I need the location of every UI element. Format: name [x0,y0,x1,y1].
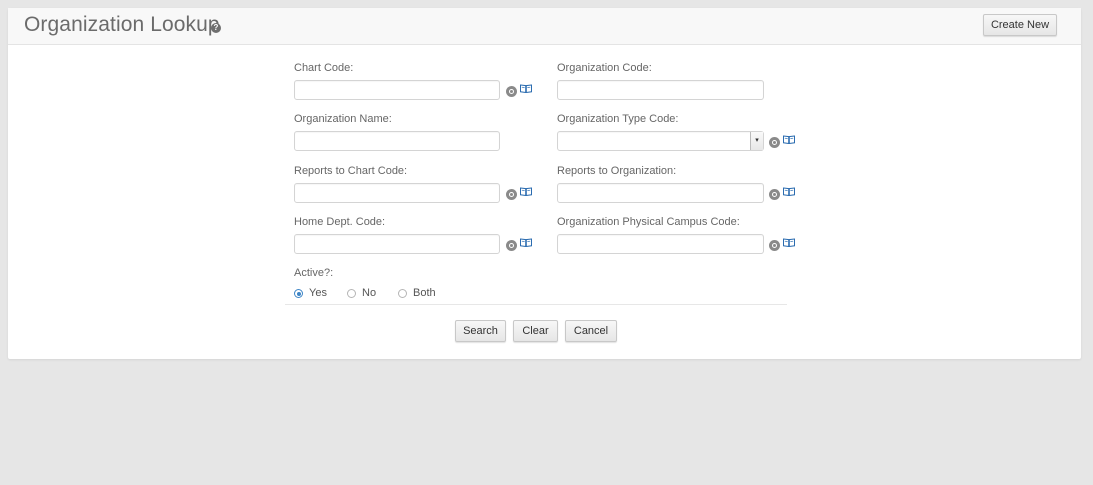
active-radio-no[interactable] [347,289,356,298]
book-icon[interactable] [520,238,532,247]
chart-code-input[interactable] [294,80,500,100]
reports-to-chart-code-input[interactable] [294,183,500,203]
search-icon[interactable] [506,240,517,251]
home-dept-code-input[interactable] [294,234,500,254]
reports-to-chart-code-label: Reports to Chart Code: [294,165,408,177]
active-radio-both-label[interactable]: Both [413,287,436,299]
search-icon[interactable] [769,137,780,148]
organization-type-code-label: Organization Type Code: [557,113,679,125]
lookup-panel: Organization Lookup ? Create New [8,8,1081,359]
active-radio-no-label[interactable]: No [362,287,376,299]
organization-name-label: Organization Name: [294,113,392,125]
book-icon[interactable] [783,238,795,247]
book-icon[interactable] [520,84,532,93]
search-button[interactable]: Search [455,320,506,342]
form-divider [285,304,787,305]
organization-name-input[interactable] [294,131,500,151]
reports-to-organization-input[interactable] [557,183,764,203]
book-icon[interactable] [783,135,795,144]
organization-code-input[interactable] [557,80,764,100]
organization-type-code-select[interactable]: ▾ [557,131,764,151]
organization-physical-campus-code-input[interactable] [557,234,764,254]
clear-button[interactable]: Clear [513,320,558,342]
page-title: Organization Lookup [24,13,220,36]
active-label: Active?: [294,267,334,279]
search-icon[interactable] [769,240,780,251]
search-icon[interactable] [506,86,517,97]
active-radio-yes-label[interactable]: Yes [309,287,327,299]
home-dept-code-label: Home Dept. Code: [294,216,386,228]
search-icon[interactable] [506,189,517,200]
reports-to-organization-label: Reports to Organization: [557,165,677,177]
create-new-button[interactable]: Create New [983,14,1057,36]
help-icon[interactable]: ? [211,23,221,33]
search-icon[interactable] [769,189,780,200]
chevron-down-icon[interactable]: ▾ [750,132,763,150]
active-radio-yes[interactable] [294,289,303,298]
chart-code-label: Chart Code: [294,62,354,74]
book-icon[interactable] [783,187,795,196]
book-icon[interactable] [520,187,532,196]
cancel-button[interactable]: Cancel [565,320,617,342]
active-radio-both[interactable] [398,289,407,298]
page-header: Organization Lookup ? Create New [8,8,1081,45]
organization-code-label: Organization Code: [557,62,652,74]
organization-physical-campus-code-label: Organization Physical Campus Code: [557,216,740,228]
